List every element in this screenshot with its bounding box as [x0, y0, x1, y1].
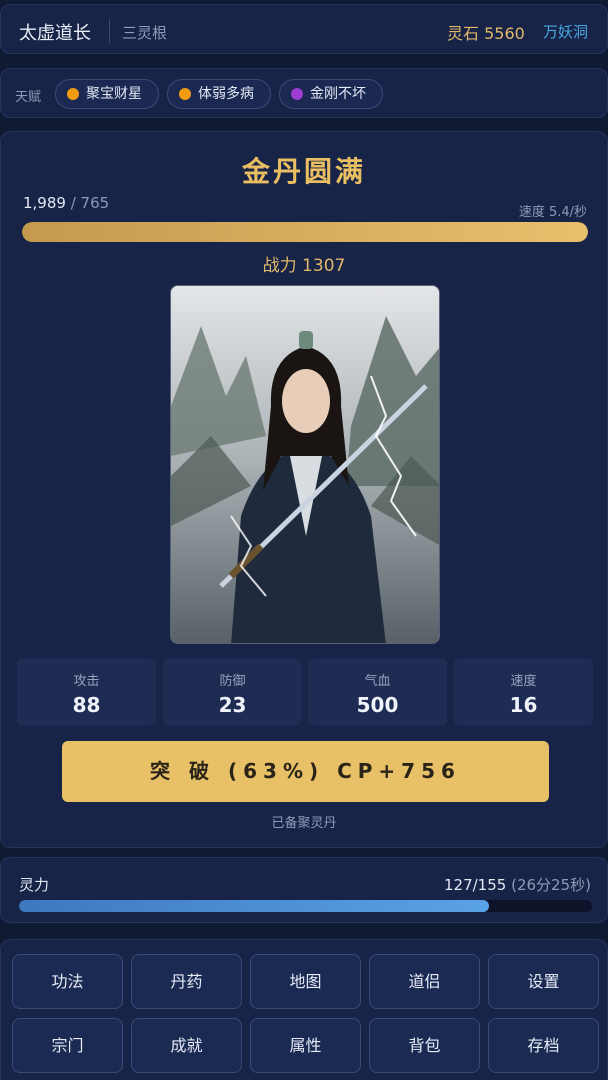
- exp-progress-fill: [22, 222, 588, 242]
- menu-button-map[interactable]: 地图: [250, 954, 361, 1009]
- spirit-stones-count: 灵石 5560: [447, 24, 525, 43]
- stat-value: 23: [218, 693, 247, 717]
- cultivation-speed: 速度 5.4/秒: [518, 205, 587, 220]
- mana-label: 灵力: [19, 876, 50, 894]
- header-divider: [109, 19, 110, 43]
- stat-value: 88: [72, 693, 101, 717]
- talents-label: 天赋: [15, 90, 42, 105]
- mana-panel: 灵力 127/155 (26分25秒): [0, 857, 608, 923]
- realm-title: 金丹圆满: [241, 155, 366, 188]
- stat-label: 防御: [219, 674, 246, 689]
- breakthrough-button[interactable]: 突 破 (63%) CP+756: [62, 741, 549, 802]
- menu-button-settings[interactable]: 设置: [488, 954, 599, 1009]
- stat-label: 攻击: [73, 674, 100, 689]
- exp-readout: 1,989 / 765: [23, 194, 109, 212]
- talent-name: 体弱多病: [198, 86, 254, 102]
- stat-attack: 攻击 88: [17, 658, 156, 726]
- menu-button-pills[interactable]: 丹药: [131, 954, 242, 1009]
- talent-dot-icon: [291, 88, 303, 100]
- stat-defense: 防御 23: [163, 658, 302, 726]
- mana-value: 127/155: [444, 876, 507, 894]
- pill-status-note: 已备聚灵丹: [271, 816, 337, 831]
- spirit-root: 三灵根: [122, 24, 168, 42]
- character-portrait: [170, 285, 440, 644]
- talent-chip[interactable]: 体弱多病: [167, 79, 271, 109]
- talent-chip[interactable]: 聚宝财星: [55, 79, 159, 109]
- talent-name: 金刚不坏: [310, 86, 366, 102]
- cultivation-panel: 金丹圆满 1,989 / 765 速度 5.4/秒 战力 1307 攻击 88 …: [0, 131, 608, 848]
- exp-progress-bar: [22, 222, 588, 242]
- stat-hp: 气血 500: [308, 658, 447, 726]
- menu-button-save[interactable]: 存档: [488, 1018, 599, 1073]
- stat-speed: 速度 16: [454, 658, 593, 726]
- exp-current: 1,989: [23, 194, 66, 212]
- exp-max: / 765: [70, 194, 110, 212]
- character-header: 太虚道长 三灵根 灵石 5560 万妖洞: [0, 4, 608, 54]
- menu-button-companion[interactable]: 道侣: [369, 954, 480, 1009]
- stat-value: 500: [356, 693, 399, 717]
- talent-dot-icon: [67, 88, 79, 100]
- combat-power: 战力 1307: [262, 256, 346, 276]
- menu-button-skills[interactable]: 功法: [12, 954, 123, 1009]
- mana-readout: 127/155 (26分25秒): [444, 874, 591, 895]
- stat-label: 气血: [364, 674, 391, 689]
- location-link[interactable]: 万妖洞: [543, 21, 588, 42]
- talent-chip[interactable]: 金刚不坏: [279, 79, 383, 109]
- main-menu: 功法 丹药 地图 道侣 设置 宗门 成就 属性 背包 存档: [0, 939, 608, 1080]
- menu-button-sect[interactable]: 宗门: [12, 1018, 123, 1073]
- stat-value: 16: [509, 693, 538, 717]
- stat-label: 速度: [510, 674, 537, 689]
- mana-progress-bar: [19, 900, 592, 912]
- cultivator-portrait-illustration: [171, 286, 439, 643]
- talents-bar: 天赋 聚宝财星 体弱多病 金刚不坏: [0, 68, 608, 118]
- menu-button-achievements[interactable]: 成就: [131, 1018, 242, 1073]
- menu-button-inventory[interactable]: 背包: [369, 1018, 480, 1073]
- menu-button-attributes[interactable]: 属性: [250, 1018, 361, 1073]
- talent-name: 聚宝财星: [86, 86, 142, 102]
- talent-dot-icon: [179, 88, 191, 100]
- mana-regen-time: (26分25秒): [511, 876, 591, 894]
- mana-progress-fill: [19, 900, 489, 912]
- character-name: 太虚道长: [19, 23, 91, 44]
